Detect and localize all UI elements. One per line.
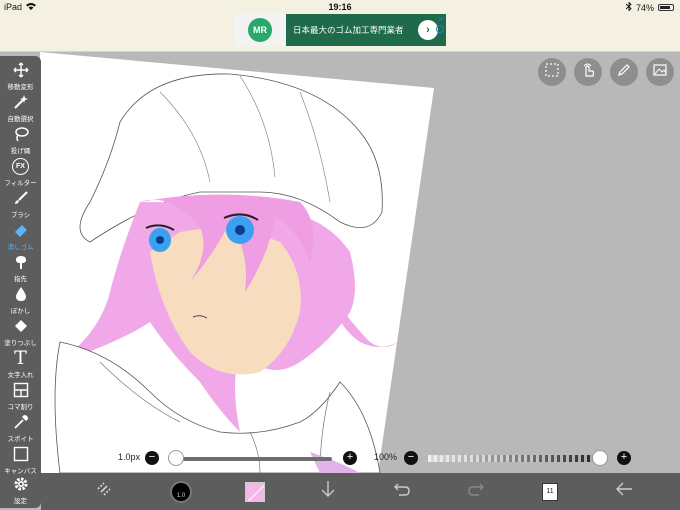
tool-fill[interactable]: 塗りつぶし xyxy=(0,316,41,350)
brush-size-preview: 1.0 xyxy=(170,480,192,503)
ad-logo-mark: MR xyxy=(248,18,272,42)
arrow-down-icon xyxy=(320,480,336,503)
tool-eraser[interactable]: 消しゴム xyxy=(0,220,41,254)
brush-size-knob[interactable] xyxy=(168,450,184,466)
tool-label: 移動変形 xyxy=(7,84,34,91)
tool-label: 自動選択 xyxy=(7,116,34,123)
left-toolbar: 移動変形 自動選択 投げ縄 FX フィルター ブラシ 消しゴム 指先 ぼかし 塗… xyxy=(0,56,41,508)
ad-text: 日本最大のゴム加工専門業者 xyxy=(293,25,404,35)
brush-size-button[interactable]: 1.0 xyxy=(166,473,196,510)
tool-finger[interactable]: 指先 xyxy=(0,252,41,286)
image-button[interactable] xyxy=(646,58,674,86)
ad-info-icon[interactable]: i xyxy=(436,25,444,33)
filter-icon: FX xyxy=(11,156,31,176)
app-root: iPad 19:16 74% MR 日本最大のゴム加工専門業者 › ✕ i 移動… xyxy=(0,0,680,510)
ad-banner[interactable]: MR 日本最大のゴム加工専門業者 › ✕ i xyxy=(234,14,446,46)
download-button[interactable] xyxy=(313,473,343,510)
color-button[interactable] xyxy=(240,473,270,510)
left-pupil xyxy=(156,236,164,244)
tool-label: 指先 xyxy=(14,276,27,283)
opacity-knob[interactable] xyxy=(592,450,608,466)
ad-area: MR 日本最大のゴム加工専門業者 › ✕ i xyxy=(0,14,680,52)
tool-label: ぼかし xyxy=(10,308,31,315)
battery-icon xyxy=(658,4,674,11)
frame-divider-icon xyxy=(11,380,31,400)
ad-go-button[interactable]: › xyxy=(418,20,438,40)
pen-icon xyxy=(616,62,632,83)
tool-label: スポイト xyxy=(7,436,34,443)
tool-filter[interactable]: FX フィルター xyxy=(0,156,41,190)
opacity-plus-button[interactable]: + xyxy=(617,451,631,465)
tool-label: 文字入れ xyxy=(7,372,34,379)
tool-label: 消しゴム xyxy=(7,244,34,251)
brush-size-slider[interactable] xyxy=(176,457,332,461)
brush-size-minus-button[interactable]: − xyxy=(145,451,159,465)
text-icon-glyph: T xyxy=(14,346,27,369)
gesture-button[interactable] xyxy=(574,58,602,86)
battery-percent: 74% xyxy=(635,2,654,13)
blur-icon xyxy=(11,284,31,304)
move-icon xyxy=(11,60,31,80)
right-pupil xyxy=(235,225,245,235)
filter-icon-text: FX xyxy=(12,157,29,175)
tool-label: 設定 xyxy=(14,498,27,505)
back-button[interactable] xyxy=(609,473,639,510)
tool-label: 投げ縄 xyxy=(10,148,31,155)
tool-label: コマ割り xyxy=(7,404,34,411)
tool-brush[interactable]: ブラシ xyxy=(0,188,41,222)
bluetooth-icon xyxy=(625,1,632,13)
top-tools xyxy=(538,58,674,86)
finger-icon xyxy=(11,252,31,272)
tool-blur[interactable]: ぼかし xyxy=(0,284,41,318)
transform-button[interactable] xyxy=(89,473,119,510)
brush-icon xyxy=(11,188,31,208)
ad-close-icon[interactable]: ✕ xyxy=(437,15,444,24)
tool-label: 塗りつぶし xyxy=(4,340,37,347)
drawing-canvas[interactable] xyxy=(0,52,680,473)
tool-frame-divider[interactable]: コマ割り xyxy=(0,380,41,414)
layer-count: 11 xyxy=(542,482,558,501)
tool-eyedropper[interactable]: スポイト xyxy=(0,412,41,446)
settings-icon xyxy=(11,474,31,494)
ad-logo: MR xyxy=(234,14,286,46)
hand-gesture-icon xyxy=(580,62,596,83)
eyedropper-icon xyxy=(11,412,31,432)
brush-size-plus-button[interactable]: + xyxy=(343,451,357,465)
redo-button[interactable] xyxy=(461,473,491,510)
opacity-slider[interactable] xyxy=(428,455,600,462)
tool-lasso[interactable]: 投げ縄 xyxy=(0,124,41,158)
clock: 19:16 xyxy=(328,2,352,12)
status-bar: iPad 19:16 74% xyxy=(0,0,680,14)
tool-move[interactable]: 移動変形 xyxy=(0,60,41,94)
brush-size-label: 1.0px xyxy=(118,452,141,462)
selection-icon xyxy=(544,62,560,83)
magic-wand-icon xyxy=(11,92,31,112)
layers-button[interactable]: 11 xyxy=(535,473,565,510)
lasso-icon xyxy=(11,124,31,144)
tool-label: フィルター xyxy=(4,180,37,187)
bottom-toolbar: 1.0 11 xyxy=(41,473,680,510)
tool-settings[interactable]: 設定 xyxy=(0,474,41,508)
tool-auto-select[interactable]: 自動選択 xyxy=(0,92,41,126)
tool-label: ブラシ xyxy=(10,212,31,219)
pen-button[interactable] xyxy=(610,58,638,86)
undo-button[interactable] xyxy=(387,473,417,510)
transform-icon xyxy=(95,480,113,503)
slider-row: 1.0px − + 100% − + xyxy=(0,449,680,471)
tool-text[interactable]: T 文字入れ xyxy=(0,348,41,382)
image-icon xyxy=(652,62,668,83)
opacity-minus-button[interactable]: − xyxy=(404,451,418,465)
selection-button[interactable] xyxy=(538,58,566,86)
eraser-icon xyxy=(11,220,31,240)
text-icon: T xyxy=(11,348,31,368)
current-color-swatch xyxy=(245,481,265,502)
undo-icon xyxy=(393,481,411,502)
redo-icon xyxy=(467,481,485,502)
arrow-left-icon xyxy=(615,481,633,502)
drawing-canvas-area[interactable] xyxy=(0,52,680,473)
fill-icon xyxy=(11,316,31,336)
opacity-label: 100% xyxy=(374,452,398,462)
